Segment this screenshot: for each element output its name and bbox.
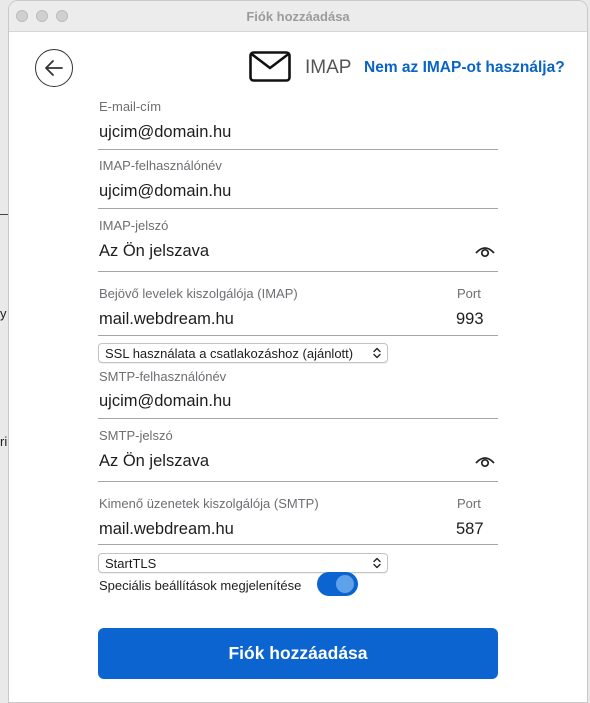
incoming-security-select[interactable]: SSL használata a csatlakozáshoz (ajánlot… <box>98 343 388 363</box>
outgoing-server-underline <box>98 544 498 545</box>
advanced-settings-toggle[interactable] <box>317 572 358 596</box>
email-underline <box>98 149 498 150</box>
window-title: Fiók hozzáadása <box>246 9 350 24</box>
incoming-server-field[interactable]: mail.webdream.hu <box>99 310 234 329</box>
chevron-updown-icon <box>373 347 381 359</box>
chevron-updown-icon <box>373 557 381 569</box>
outgoing-security-select[interactable]: StartTLS <box>98 553 388 573</box>
imap-username-underline <box>98 208 498 209</box>
incoming-security-value: SSL használata a csatlakozáshoz (ajánlot… <box>105 346 354 361</box>
imap-username-field[interactable]: ujcim@domain.hu <box>99 182 231 201</box>
smtp-password-label: SMTP-jelszó <box>99 428 173 443</box>
incoming-port-field[interactable]: 993 <box>456 310 484 329</box>
incoming-server-underline <box>98 335 498 336</box>
show-password-eye-icon[interactable] <box>475 244 495 258</box>
smtp-username-field[interactable]: ujcim@domain.hu <box>99 392 231 411</box>
smtp-password-underline <box>98 481 498 482</box>
account-type-label: IMAP <box>305 57 352 78</box>
incoming-server-label: Bejövő levelek kiszolgálója (IMAP) <box>99 286 298 301</box>
incoming-port-label: Port <box>457 286 481 301</box>
not-imap-link[interactable]: Nem az IMAP-ot használja? <box>364 59 565 77</box>
title-bar: Fiók hozzáadása <box>9 1 587 32</box>
back-button[interactable] <box>35 49 73 87</box>
toggle-knob <box>336 575 354 593</box>
imap-password-label: IMAP-jelszó <box>99 218 169 233</box>
smtp-username-underline <box>98 418 498 419</box>
envelope-icon <box>249 51 291 82</box>
add-account-window: Fiók hozzáadása IMAP Nem az IMAP-ot hasz… <box>8 0 588 703</box>
background-text-fragment: y <box>0 306 7 321</box>
smtp-username-label: SMTP-felhasználónév <box>99 369 227 384</box>
email-field[interactable]: ujcim@domain.hu <box>99 123 231 142</box>
imap-password-field[interactable]: Az Ön jelszava <box>99 242 209 261</box>
show-password-eye-icon[interactable] <box>475 454 495 468</box>
arrow-left-icon <box>45 60 63 76</box>
advanced-settings-label: Speciális beállítások megjelenítése <box>99 578 302 593</box>
outgoing-port-label: Port <box>457 496 481 511</box>
outgoing-port-field[interactable]: 587 <box>456 520 484 539</box>
background-text-fragment: ri <box>0 434 8 449</box>
add-account-button[interactable]: Fiók hozzáadása <box>98 628 498 679</box>
outgoing-security-value: StartTLS <box>105 556 157 571</box>
email-label: E-mail-cím <box>99 99 162 114</box>
outgoing-server-label: Kimenő üzenetek kiszolgálója (SMTP) <box>99 496 319 511</box>
imap-username-label: IMAP-felhasználónév <box>99 158 222 173</box>
outgoing-server-field[interactable]: mail.webdream.hu <box>99 520 234 539</box>
background-divider <box>0 214 8 215</box>
smtp-password-field[interactable]: Az Ön jelszava <box>99 452 209 471</box>
imap-password-underline <box>98 271 498 272</box>
